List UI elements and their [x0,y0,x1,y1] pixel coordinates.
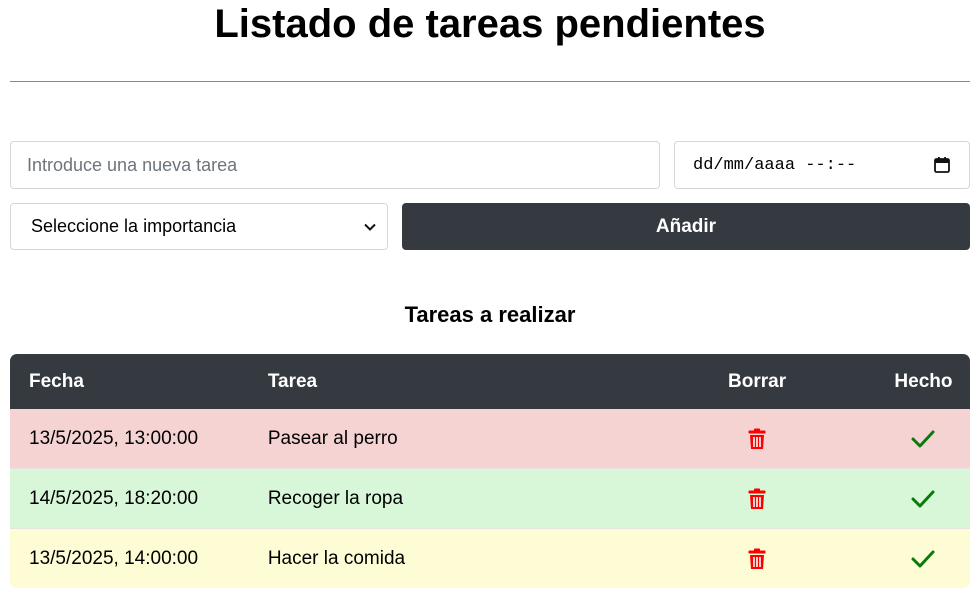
task-date: 13/5/2025, 14:00:00 [29,547,199,569]
task-date: 14/5/2025, 18:20:00 [29,487,199,509]
check-icon[interactable] [911,490,935,508]
done-cell [877,490,970,508]
trash-icon[interactable] [748,428,766,450]
column-header-hecho: Hecho [894,370,953,392]
importance-select[interactable]: Seleccione la importancia [10,203,388,250]
check-icon[interactable] [911,550,935,568]
tasks-table: Fecha Tarea Borrar Hecho 13/5/2025, 13:0… [10,354,970,588]
page: Listado de tareas pendientes dd/mm/aaaa … [0,0,980,595]
table-header: Fecha Tarea Borrar Hecho [10,354,970,409]
done-cell [877,430,970,448]
importance-select-value: Seleccione la importancia [31,216,237,236]
done-cell [877,550,970,568]
trash-icon[interactable] [748,548,766,570]
task-name: Pasear al perro [267,427,398,449]
table-row: 13/5/2025, 13:00:00 Pasear al perro [10,409,970,468]
add-task-button[interactable]: Añadir [402,203,970,250]
datetime-input[interactable]: dd/mm/aaaa --:-- [674,141,970,189]
check-icon[interactable] [911,430,935,448]
delete-cell [637,488,877,510]
delete-cell [637,428,877,450]
table-row: 13/5/2025, 14:00:00 Hacer la comida [10,528,970,588]
chevron-down-icon [363,220,377,234]
page-title: Listado de tareas pendientes [214,2,766,46]
calendar-icon[interactable] [933,156,951,174]
datetime-value: dd/mm/aaaa --:-- [693,155,857,175]
tasks-section-title: Tareas a realizar [404,302,576,327]
column-header-fecha: Fecha [29,370,84,392]
delete-cell [637,548,877,570]
task-name: Recoger la ropa [267,487,404,509]
trash-icon[interactable] [748,488,766,510]
column-header-borrar: Borrar [728,370,787,392]
table-row: 14/5/2025, 18:20:00 Recoger la ropa [10,468,970,528]
new-task-input[interactable] [10,141,660,189]
task-date: 13/5/2025, 13:00:00 [29,427,199,449]
task-name: Hacer la comida [267,547,406,569]
column-header-tarea: Tarea [267,370,318,392]
header-divider [10,81,970,82]
